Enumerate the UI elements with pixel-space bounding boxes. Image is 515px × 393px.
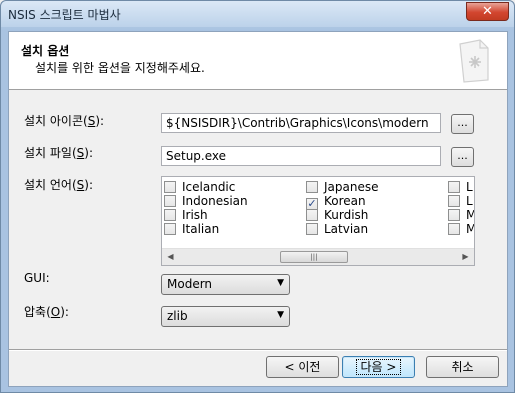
close-icon: ✕ <box>482 4 493 19</box>
cancel-button[interactable]: 취소 <box>426 356 499 378</box>
checkbox[interactable] <box>448 209 460 221</box>
language-item-partial[interactable]: M <box>448 208 474 222</box>
checkbox[interactable] <box>448 195 460 207</box>
compress-label: 압축(O): <box>24 305 69 319</box>
wizard-page-icon <box>459 39 489 83</box>
separator <box>9 349 507 351</box>
language-item-italian[interactable]: Italian <box>164 222 219 236</box>
checkbox[interactable] <box>448 223 460 235</box>
back-button[interactable]: < 이전 <box>266 356 339 378</box>
chevron-down-icon: ▼ <box>277 310 284 320</box>
language-item-partial[interactable]: M <box>448 222 474 236</box>
checkbox[interactable] <box>306 223 318 235</box>
setup-file-input[interactable]: Setup.exe <box>161 146 441 166</box>
checkbox[interactable] <box>448 181 460 193</box>
file-label: 설치 파일(S): <box>24 146 94 160</box>
checkbox[interactable] <box>306 209 318 221</box>
gui-select[interactable]: Modern ▼ <box>161 274 290 295</box>
arrow-left-icon[interactable]: ◀ <box>162 249 179 265</box>
icon-label: 설치 아이콘(S): <box>24 114 105 128</box>
arrow-right-icon[interactable]: ▶ <box>457 249 474 265</box>
page-header: 설치 옵션 설치를 위한 옵션을 지정해주세요. <box>9 32 507 90</box>
language-label: 설치 언어(S): <box>24 178 94 192</box>
compression-select[interactable]: zlib ▼ <box>161 306 290 327</box>
chevron-down-icon: ▼ <box>277 278 284 288</box>
language-item-japanese[interactable]: Japanese <box>306 180 379 194</box>
next-button[interactable]: 다음 > <box>342 356 415 378</box>
title-bar[interactable]: NSIS 스크립트 마법사 ✕ <box>1 1 514 27</box>
language-item-partial[interactable]: L <box>448 180 473 194</box>
icon-path-input[interactable]: ${NSISDIR}\Contrib\Graphics\Icons\modern <box>161 113 441 133</box>
scrollbar-thumb[interactable]: ||| <box>280 251 348 263</box>
checkbox[interactable] <box>164 209 176 221</box>
page-subtitle: 설치를 위한 옵션을 지정해주세요. <box>35 61 205 75</box>
horizontal-scrollbar[interactable]: ◀ ||| ▶ <box>162 248 474 265</box>
page-title: 설치 옵션 <box>21 44 70 58</box>
wizard-client: 설치 옵션 설치를 위한 옵션을 지정해주세요. 설치 아이콘(S): ${NS… <box>8 31 508 387</box>
language-item-indonesian[interactable]: Indonesian <box>164 194 248 208</box>
language-item-partial[interactable]: L <box>448 194 473 208</box>
language-list[interactable]: Icelandic Indonesian Irish Italian Japan… <box>161 176 475 266</box>
window-title: NSIS 스크립트 마법사 <box>8 8 121 22</box>
language-item-irish[interactable]: Irish <box>164 208 208 222</box>
language-item-latvian[interactable]: Latvian <box>306 222 368 236</box>
file-browse-button[interactable]: ... <box>451 147 474 167</box>
close-button[interactable]: ✕ <box>466 2 509 21</box>
checkbox[interactable] <box>164 195 176 207</box>
gui-label: GUI: <box>24 271 50 285</box>
language-item-icelandic[interactable]: Icelandic <box>164 180 235 194</box>
wizard-window: NSIS 스크립트 마법사 ✕ 설치 옵션 설치를 위한 옵션을 지정해주세요.… <box>0 0 515 393</box>
checkbox[interactable] <box>306 181 318 193</box>
icon-browse-button[interactable]: ... <box>451 114 474 134</box>
checkbox[interactable] <box>164 181 176 193</box>
language-item-korean[interactable]: ✓ Korean <box>306 194 366 210</box>
checkbox[interactable] <box>164 223 176 235</box>
language-item-kurdish[interactable]: Kurdish <box>306 208 368 222</box>
